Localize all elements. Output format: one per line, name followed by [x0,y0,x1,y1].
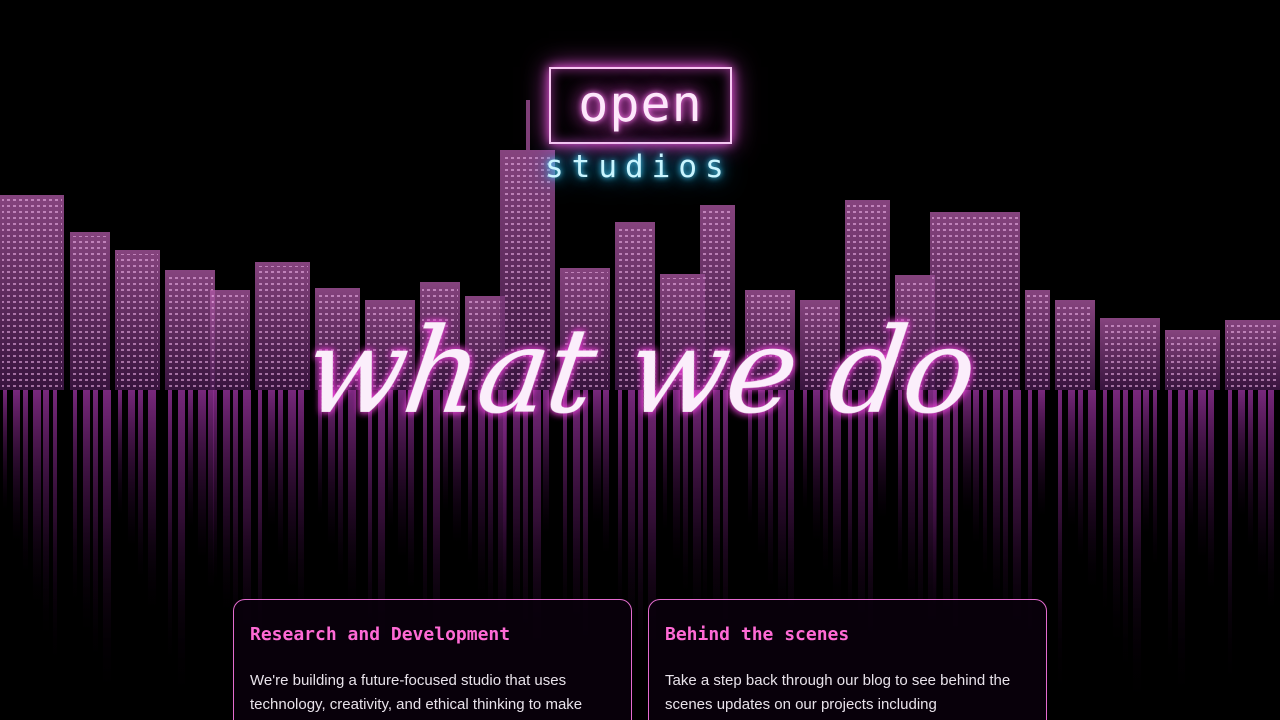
reflection-streak [118,390,122,515]
building-spire [526,100,530,150]
card-body: We're building a future-focused studio t… [250,672,583,713]
card-title: Research and Development [250,624,511,645]
building-windows [167,274,213,388]
reflection-streak [1143,390,1149,534]
reflection-streak [3,390,7,510]
reflection-streak [1238,390,1245,516]
reflection-streak [1188,390,1193,527]
reflection-streak [188,390,193,527]
card-behind-the-scenes[interactable]: Behind the scenes Take a step back throu… [648,599,1047,720]
reflection-streak [13,390,20,541]
logo-open-text: open [578,74,703,133]
building-windows [2,199,62,388]
card-body: Take a step back through our blog to see… [665,672,1011,713]
card-title: Behind the scenes [665,624,850,645]
building-windows [1102,322,1158,388]
hero-headline-text: what we do [297,303,983,440]
building-windows [1167,334,1218,388]
hero-headline: what we do [297,303,983,440]
logo-box[interactable]: open [549,67,732,144]
card-research-and-development[interactable]: Research and Development We're building … [233,599,632,720]
building-windows [117,254,158,388]
building-windows [1057,304,1093,388]
building-windows [72,236,108,388]
logo-studios-text: studios [545,149,732,185]
building-windows [212,294,248,388]
reflection-streak [1068,390,1075,526]
building-windows [1227,324,1278,388]
page: open studios what we do Research and Dev… [0,0,1280,720]
